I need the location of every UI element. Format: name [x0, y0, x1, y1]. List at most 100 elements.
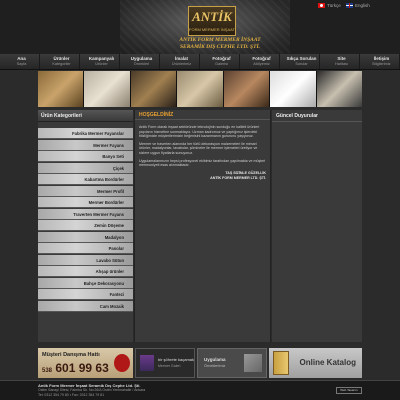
category-label: Çiçek — [112, 165, 124, 171]
category-label: Fantezi — [109, 292, 124, 297]
category-item[interactable]: Ahşap ürünler — [38, 266, 133, 277]
applications-banner[interactable]: Uygulama Örneklerimiz — [197, 348, 267, 378]
nav-sitemap[interactable]: Site Haritası — [320, 54, 360, 69]
category-item[interactable]: Kabartma Bordürler — [38, 174, 133, 185]
category-label: Zemin Döşeme — [94, 223, 124, 228]
nav-gallery[interactable]: Fotoğraf Galerisi — [200, 54, 240, 69]
category-item[interactable]: Mermer Fayans — [38, 139, 133, 151]
sidebar-title: Ürün Kategorileri — [38, 110, 133, 122]
category-item[interactable]: Fantezi — [38, 289, 133, 300]
slide-image[interactable] — [130, 71, 177, 107]
category-item[interactable]: Cam Mozaik — [38, 300, 133, 312]
logo-subtitle: FORM MERMER İNŞAAT — [189, 27, 235, 32]
online-catalog-label: Online Katalog — [299, 358, 356, 367]
slide-image[interactable] — [223, 71, 270, 107]
category-list: Fabrika Mermer Fayanslar Mermer Fayans B… — [38, 122, 133, 312]
category-item[interactable]: Fabrika Mermer Fayanslar — [38, 128, 133, 139]
phone-label: Müşteri Danışma Hattı — [42, 352, 100, 358]
nav-campaign[interactable]: Kampanyalı Ürünler — [80, 54, 120, 69]
language-english[interactable]: English — [346, 3, 370, 8]
nav-home[interactable]: Ana Sayfa — [0, 54, 40, 69]
nav-faq-sub: Sorular — [295, 61, 308, 66]
nav-products[interactable]: Ürünler Kategoriler — [40, 54, 80, 69]
company-logo[interactable]: ANTİK FORM MERMER İNŞAAT — [188, 6, 236, 36]
category-sidebar: Ürün Kategorileri Fabrika Mermer Fayansl… — [38, 110, 133, 342]
applications-subtitle: Örneklerimiz — [204, 364, 226, 368]
welcome-signature: ANTİK FORM MERMER LTD. ŞTİ. — [210, 176, 266, 181]
footer-address: Ostim Sanayi Sitesi, Fabrika Sk. No:26/A… — [38, 388, 146, 392]
category-item[interactable]: Mermer Profil — [38, 185, 133, 197]
bottom-banners: Müşteri Danışma Hattı 538 601 99 63 bir … — [38, 348, 362, 378]
welcome-title: HOŞGELDİNİZ — [135, 110, 270, 120]
product-image-strip — [38, 71, 362, 107]
category-label: Ahşap ürünler — [95, 269, 124, 274]
language-turkish[interactable]: Türkçe — [318, 3, 341, 8]
nav-contact-sub: Bilgilerimiz — [372, 61, 391, 66]
nav-faq-title: Sıkça Sorulan — [286, 56, 317, 61]
nav-applications[interactable]: Uygulama Örnekleri — [120, 54, 160, 69]
online-catalog-banner[interactable]: Online Katalog — [269, 348, 362, 378]
phone-icon — [114, 354, 130, 372]
category-label: Bahçe Dekorasyonu — [83, 280, 124, 286]
category-item[interactable]: Panolar — [38, 243, 133, 254]
category-item[interactable]: Zemin Döşeme — [38, 220, 133, 231]
company-title-line2: SERAMİK DIŞ CEPHE LTD. ŞTİ. — [180, 44, 260, 50]
category-label: Banyo Seti — [102, 154, 124, 159]
uk-flag-icon — [346, 3, 353, 8]
catalog-book-icon — [273, 351, 289, 375]
slide-image[interactable] — [316, 71, 362, 107]
nav-home-sub: Sayfa — [16, 61, 27, 66]
slide-image[interactable] — [270, 71, 316, 107]
footer-contact: Tel: 0312 354 79 80 • Fax: 0312 354 79 8… — [38, 393, 105, 397]
category-label: Panolar — [108, 246, 124, 251]
category-item[interactable]: Traverten Mermer Fayans — [38, 208, 133, 220]
video-title: bir şöhrete kaçamak — [158, 357, 195, 362]
welcome-slogan: TAŞ SİZİNLE GÜZELLİK — [225, 170, 266, 175]
category-label: Mermer Bordürler — [88, 200, 124, 205]
language-english-label: English — [355, 3, 370, 8]
company-title-line1: ANTİK FORM MERMER İNŞAAT — [179, 37, 261, 43]
video-banner[interactable]: bir şöhrete kaçamak Mermer Galeri — [135, 348, 195, 378]
nav-workshop[interactable]: Fotoğraf Atölyemiz — [240, 54, 280, 69]
welcome-paragraph: Mermer ve traverten alanında her türlü d… — [139, 141, 258, 155]
category-label: Madalyon — [104, 234, 124, 240]
applications-title: Uygulama — [204, 357, 226, 362]
phone-digits: 601 99 63 — [55, 361, 109, 375]
web-design-credit[interactable]: Web Tasarım — [336, 387, 362, 394]
slide-image[interactable] — [177, 71, 223, 107]
category-item[interactable]: Banyo Seti — [38, 151, 133, 162]
nav-contact[interactable]: İletişim Bilgilerimiz — [360, 54, 400, 69]
category-item[interactable]: Çiçek — [38, 162, 133, 174]
nav-manufacturing[interactable]: İmalat Ürünlerimiz — [160, 54, 200, 69]
nav-products-sub: Kategoriler — [52, 61, 71, 66]
category-label: Kabartma Bordürler — [84, 177, 124, 182]
welcome-paragraph: Antik Form olarak inşaat sektöründe tekn… — [139, 125, 260, 139]
film-icon — [140, 355, 154, 371]
language-turkish-label: Türkçe — [327, 3, 341, 8]
category-item[interactable]: Madalyon — [38, 231, 133, 243]
category-item[interactable]: Lavabo Sütun — [38, 254, 133, 266]
category-label: Fabrika Mermer Fayanslar — [72, 131, 124, 136]
main-navigation: Ana Sayfa Ürünler Kategoriler Kampanyalı Ür… — [0, 54, 400, 70]
logo-brand: ANTİK — [192, 9, 232, 24]
nav-workshop-sub: Atölyemiz — [253, 61, 270, 66]
welcome-paragraph: Uygulamalarımızın hepsi profesyonel ekib… — [139, 158, 266, 168]
slide-image[interactable] — [38, 71, 84, 107]
site-header: ANTİK FORM MERMER İNŞAAT ANTİK FORM MERM… — [0, 0, 400, 54]
category-item[interactable]: Mermer Bordürler — [38, 197, 133, 208]
nav-campaign-title: Kampanyalı — [88, 56, 115, 61]
phone-banner[interactable]: Müşteri Danışma Hattı 538 601 99 63 — [38, 348, 133, 378]
slide-image[interactable] — [84, 71, 130, 107]
category-label: Mermer Fayans — [93, 142, 124, 148]
category-label: Traverten Mermer Fayans — [73, 211, 124, 217]
welcome-body: Antik Form olarak inşaat sektöründe tekn… — [135, 120, 270, 187]
nav-manufacturing-sub: Ürünlerimiz — [171, 61, 192, 66]
category-label: Mermer Profil — [97, 188, 124, 194]
arrow-icon — [244, 354, 262, 372]
category-item[interactable]: Bahçe Dekorasyonu — [38, 277, 133, 289]
company-title: ANTİK FORM MERMER İNŞAAT SERAMİK DIŞ CEP… — [170, 37, 270, 51]
turkey-flag-icon — [318, 3, 325, 8]
nav-faq[interactable]: Sıkça Sorulan Sorular — [280, 54, 320, 69]
category-label: Cam Mozaik — [99, 303, 124, 309]
category-label: Lavabo Sütun — [96, 257, 124, 263]
